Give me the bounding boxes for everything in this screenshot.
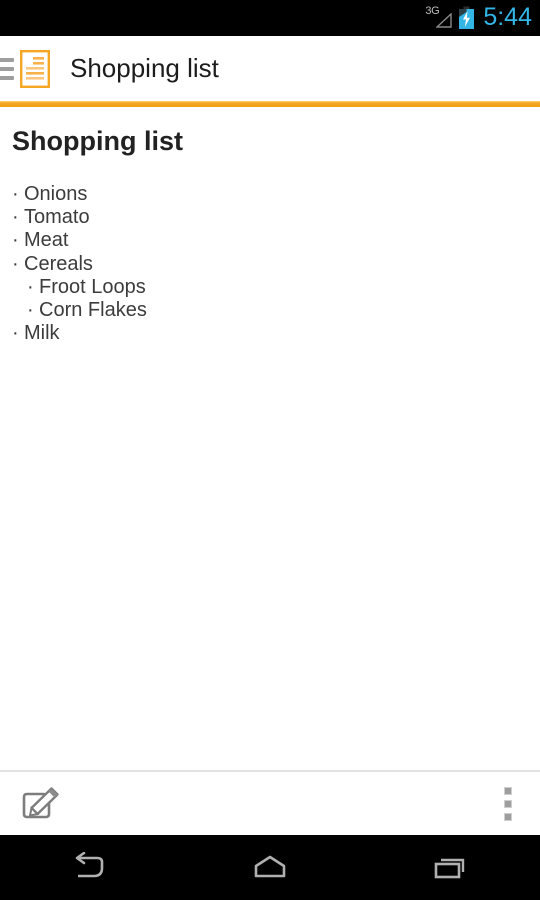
- home-glyph: [254, 855, 286, 877]
- overflow-dot-3: [504, 812, 512, 821]
- status-bar-right-group: 3G 5:44: [424, 2, 532, 32]
- hamburger-bar-1: [0, 57, 14, 62]
- phone-screen: 3G 5:44 Shopping list Shopping list · On…: [0, 0, 540, 900]
- home-icon[interactable]: [180, 835, 360, 900]
- bullet-icon: ·: [27, 299, 34, 322]
- list-item-label: Meat: [24, 229, 69, 252]
- edit-pencil-glyph: [22, 786, 59, 818]
- status-bar-clock: 5:44: [483, 2, 532, 31]
- list-item[interactable]: · Milk: [12, 322, 528, 345]
- app-bar-title: Shopping list: [70, 53, 219, 83]
- list-item-label: Cereals: [24, 252, 93, 275]
- note-document-icon: [20, 49, 50, 88]
- battery-charging-icon: [458, 6, 475, 30]
- list-item-label: Onions: [24, 183, 88, 205]
- list-item-label: Corn Flakes: [39, 299, 147, 322]
- back-arrow-glyph: [75, 851, 104, 877]
- signal-triangle-icon: 3G: [424, 6, 453, 30]
- note-content-area[interactable]: Shopping list · Onions · Tomato · Meat · Cereal…: [0, 107, 540, 770]
- note-title: Shopping list: [12, 126, 183, 156]
- signal-bars-icon: [436, 13, 453, 28]
- list-item[interactable]: · Froot Loops: [12, 276, 528, 299]
- bullet-icon: ·: [12, 206, 19, 229]
- note-item-list: · Onions · Tomato · Meat · Cereals · Froot Loops ·…: [12, 183, 528, 345]
- back-arrow-icon[interactable]: [0, 835, 180, 900]
- list-item[interactable]: · Corn Flakes: [12, 299, 528, 322]
- list-item[interactable]: · Meat: [12, 229, 528, 252]
- hamburger-menu-icon[interactable]: [0, 49, 14, 89]
- list-item[interactable]: · Onions: [12, 183, 528, 206]
- overflow-menu-icon[interactable]: [494, 784, 522, 824]
- system-navigation-bar: [0, 835, 540, 900]
- list-item-label: Milk: [24, 322, 60, 345]
- bullet-icon: ·: [27, 275, 34, 298]
- recent-apps-glyph: [434, 858, 465, 878]
- bullet-icon: ·: [12, 229, 19, 252]
- bullet-icon: ·: [12, 252, 19, 275]
- recent-apps-icon[interactable]: [360, 835, 540, 900]
- list-item[interactable]: · Tomato: [12, 206, 528, 229]
- overflow-dot-2: [504, 799, 512, 808]
- list-item[interactable]: · Cereals: [12, 253, 528, 276]
- list-item-label: Tomato: [24, 206, 90, 229]
- status-bar: 3G 5:44: [0, 0, 540, 36]
- bullet-icon: ·: [12, 183, 19, 205]
- app-bar: Shopping list: [0, 36, 540, 101]
- bullet-icon: ·: [12, 322, 19, 345]
- hamburger-bar-2: [0, 66, 14, 71]
- battery-shape-icon: [459, 6, 475, 29]
- hamburger-bar-3: [0, 75, 14, 80]
- overflow-dot-1: [504, 786, 512, 795]
- bottom-toolbar: [0, 770, 540, 835]
- list-item-label: Froot Loops: [39, 275, 146, 298]
- edit-pencil-icon[interactable]: [20, 786, 64, 822]
